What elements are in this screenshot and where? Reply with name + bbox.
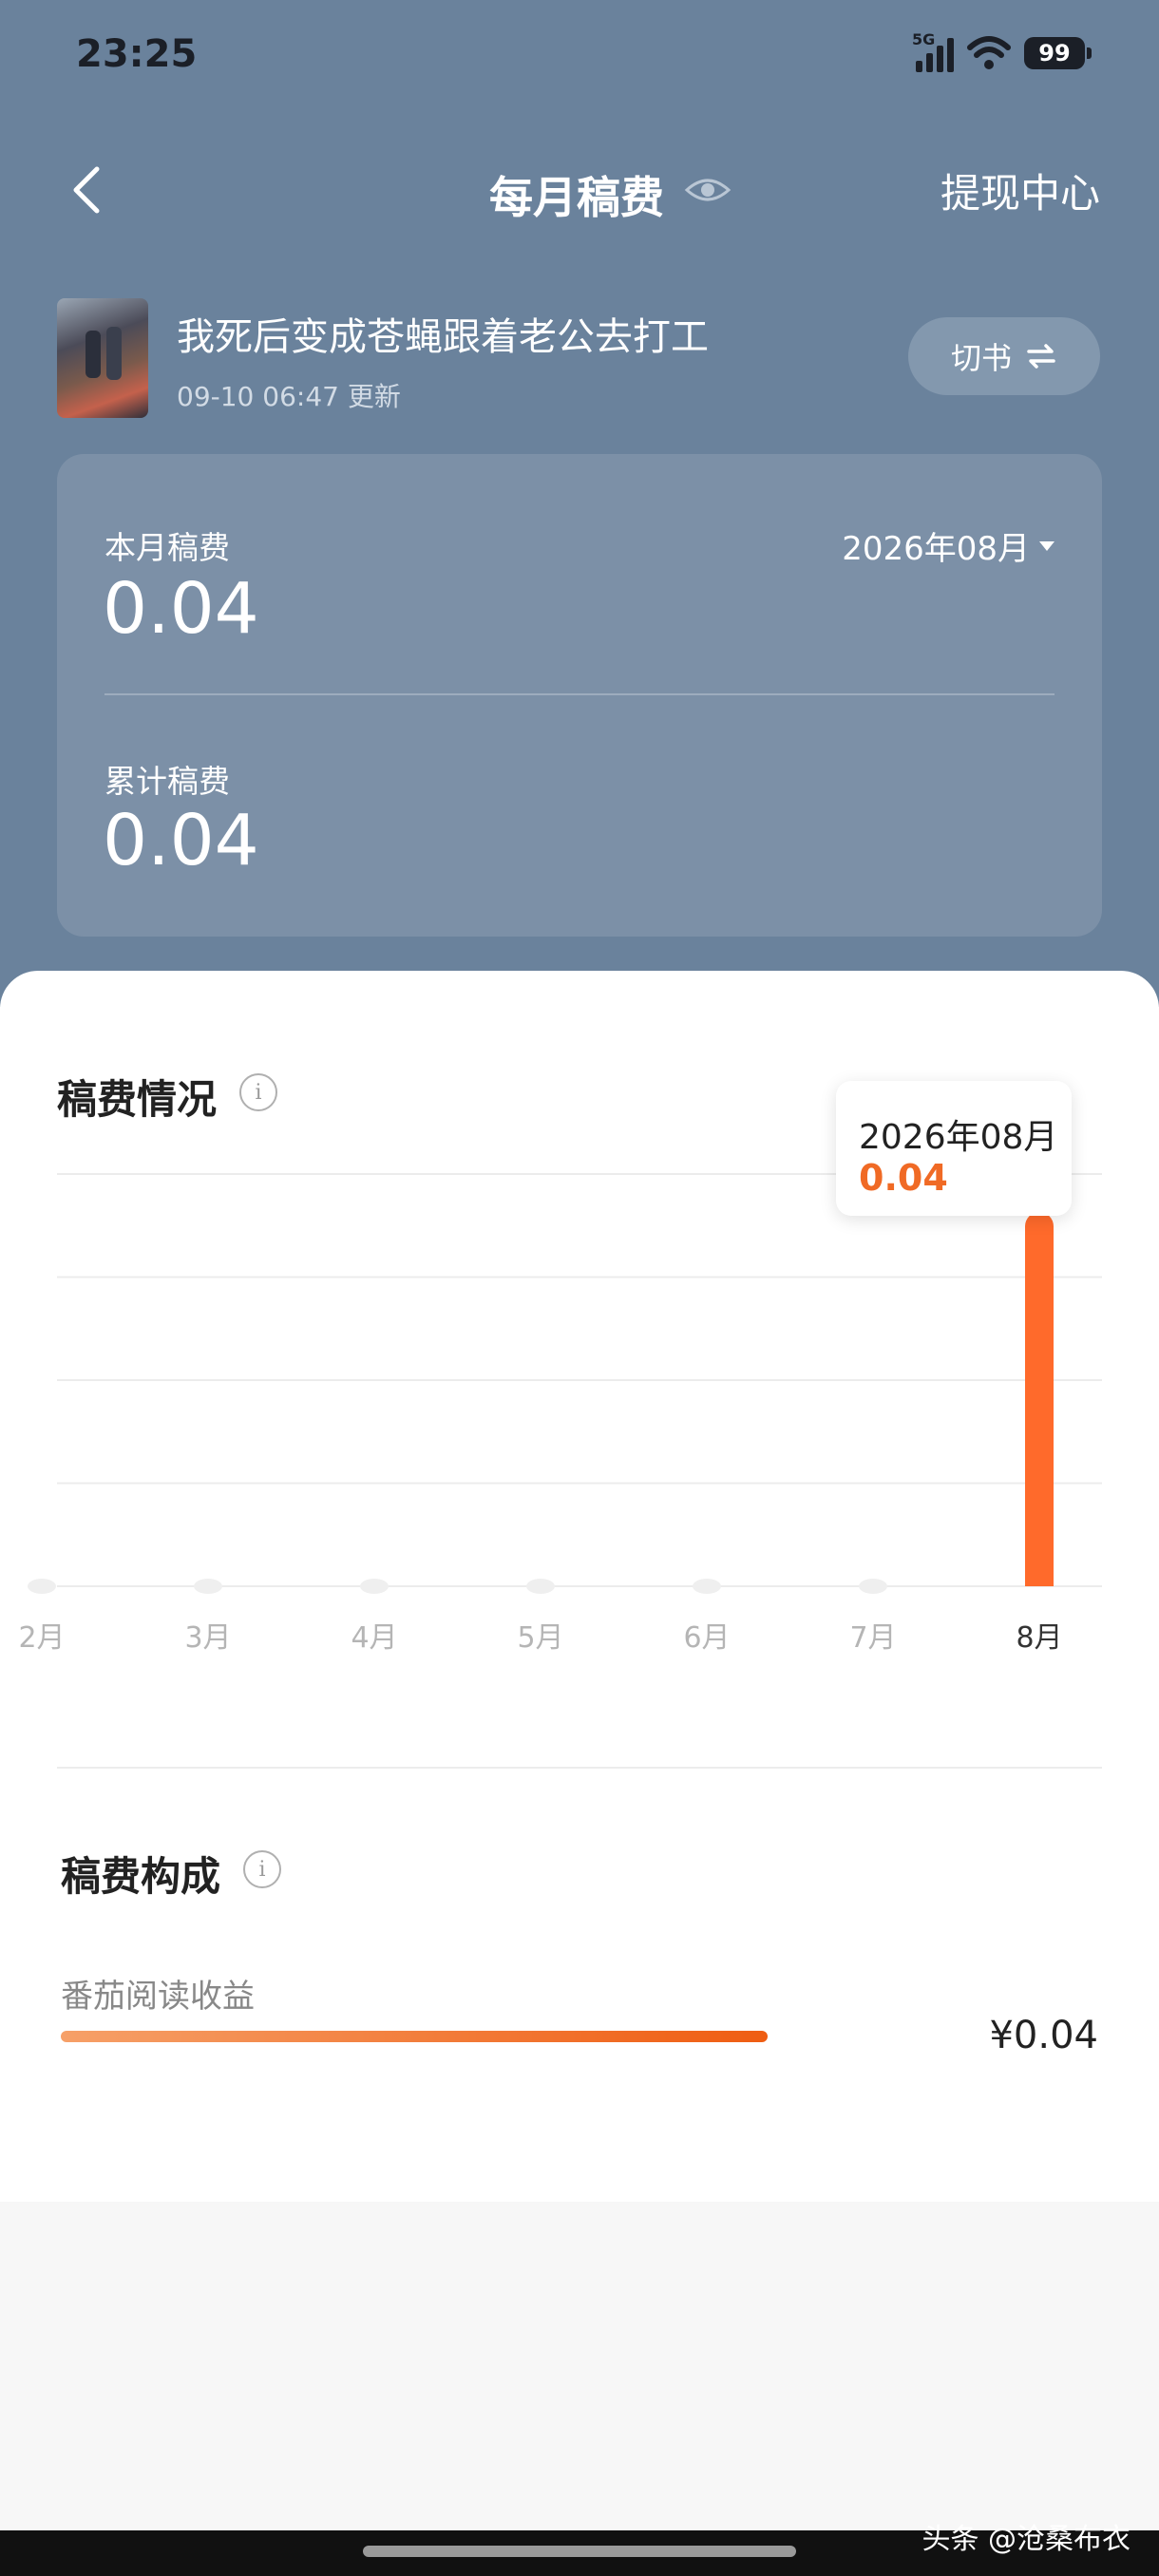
cellular-signal-icon: 5G — [912, 30, 954, 72]
status-icons: 5G 99 — [912, 30, 1092, 72]
composition-title: 稿费构成 — [61, 1853, 221, 1900]
chart-bar[interactable] — [28, 1579, 56, 1594]
card-divider — [104, 693, 1054, 695]
caret-down-icon — [1039, 540, 1054, 551]
wifi-icon — [967, 36, 1011, 69]
chart-bar[interactable] — [1025, 1212, 1054, 1586]
book-title: 我死后变成苍蝇跟着老公去打工 — [177, 315, 709, 359]
earnings-chart-title: 稿费情况 — [57, 1076, 218, 1123]
watermark: 头条 @沧桑布衣 — [922, 2523, 1130, 2556]
book-cover[interactable] — [57, 298, 148, 418]
chart-bar[interactable] — [360, 1579, 389, 1594]
composition-item-value: ¥0.04 — [989, 2014, 1098, 2057]
chart-bar[interactable] — [693, 1579, 721, 1594]
chart-bar[interactable] — [526, 1579, 555, 1594]
network-type: 5G — [912, 30, 936, 48]
monthly-earnings-value: 0.04 — [103, 568, 259, 650]
tooltip-value: 0.04 — [859, 1157, 948, 1199]
x-axis-tick-label: 4月 — [351, 1621, 397, 1655]
chart-bar[interactable] — [859, 1579, 887, 1594]
earnings-bar-chart: 2月 3月 4月 5月 6月 7月 8月 — [18, 1173, 1102, 1655]
composition-item-label: 番茄阅读收益 — [61, 1978, 255, 2016]
battery-level: 99 — [1038, 40, 1071, 66]
chart-bar-base — [1025, 1571, 1054, 1586]
home-indicator[interactable] — [363, 2546, 796, 2557]
month-selector-value: 2026年08月 — [842, 530, 1030, 568]
month-selector[interactable]: 2026年08月 — [842, 522, 1054, 569]
switch-book-button[interactable]: 切书 — [908, 317, 1100, 395]
info-icon[interactable]: i — [243, 1850, 281, 1888]
section-divider — [57, 1767, 1102, 1769]
switch-book-label: 切书 — [950, 340, 1012, 376]
battery-icon: 99 — [1024, 37, 1092, 69]
book-updated-time: 09-10 06:47 更新 — [177, 381, 401, 412]
swap-icon — [1027, 344, 1055, 369]
tooltip-date: 2026年08月 — [859, 1118, 1058, 1157]
x-axis-tick-label: 6月 — [683, 1621, 730, 1655]
x-axis-tick-label: 5月 — [517, 1621, 563, 1655]
x-axis-tick-label: 8月 — [1016, 1621, 1062, 1655]
monthly-earnings-label: 本月稿费 — [104, 529, 230, 566]
chart-tooltip: 2026年08月 0.04 — [836, 1081, 1072, 1216]
back-icon[interactable] — [68, 163, 106, 217]
status-time: 23:25 — [76, 32, 198, 76]
withdraw-center-link[interactable]: 提现中心 — [940, 161, 1100, 219]
total-earnings-value: 0.04 — [103, 800, 259, 881]
total-earnings-label: 累计稿费 — [104, 763, 230, 800]
eye-icon[interactable] — [684, 175, 732, 205]
info-icon[interactable]: i — [239, 1073, 277, 1111]
chart-bar[interactable] — [194, 1579, 222, 1594]
composition-item-bar — [61, 2031, 768, 2042]
page-title: 每月稿费 — [489, 172, 664, 223]
x-axis-tick-label: 7月 — [849, 1621, 896, 1655]
x-axis-tick-label: 3月 — [184, 1621, 231, 1655]
x-axis-tick-label: 2月 — [18, 1621, 65, 1655]
